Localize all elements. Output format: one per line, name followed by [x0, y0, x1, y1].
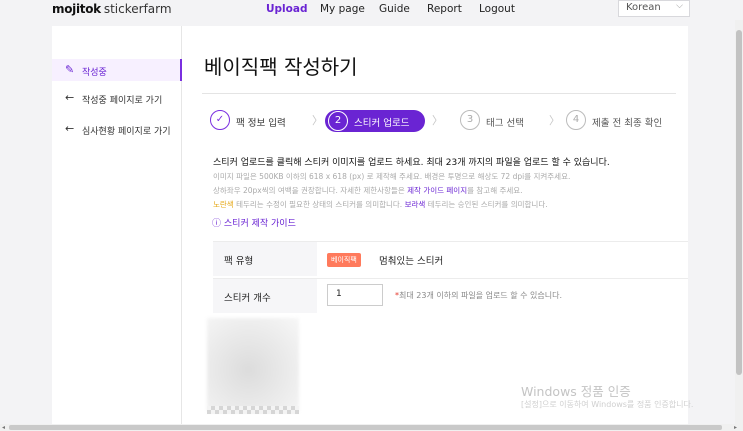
- sidebar-item-go-drafting[interactable]: ← 작성중 페이지로 가기: [52, 87, 182, 109]
- check-icon: ✓: [210, 110, 230, 130]
- logo[interactable]: mojitok stickerfarm: [52, 2, 172, 16]
- page-title: 베이직팩 작성하기: [204, 55, 358, 79]
- step-number: 2: [328, 111, 348, 131]
- sticker-count-label: 스티커 개수: [213, 279, 317, 313]
- border-legend-text: 테두리는 승인된 스티커를 의미합니다.: [425, 200, 548, 209]
- sidebar-item-label: 작성중 페이지로 가기: [82, 96, 163, 106]
- logo-text-light: stickerfarm: [103, 2, 172, 16]
- guide-link-label: 스티커 제작 가이드: [223, 219, 296, 229]
- horizontal-scrollbar[interactable]: ◂ ▸: [0, 424, 743, 431]
- language-select[interactable]: Korean ⌵: [618, 0, 690, 17]
- pack-type-row: 팩 유형 베이직팩 멈춰있는 스티커: [213, 241, 688, 276]
- guide-page-link[interactable]: 제작 가이드 페이지: [407, 186, 467, 195]
- step-label: 스티커 업로드: [354, 118, 410, 129]
- help-circle-icon: ⓘ: [212, 219, 222, 229]
- image-spec-note: 이미지 파일은 500KB 이하의 618 x 618 (px) 로 제작해 주…: [213, 172, 571, 181]
- top-nav-bar: mojitok stickerfarm Upload My page Guide …: [0, 0, 743, 20]
- chevron-right-icon: 〉: [549, 114, 560, 127]
- sidebar-item-go-review[interactable]: ← 심사현황 페이지로 가기: [52, 118, 182, 140]
- pencil-icon: ✎: [65, 63, 75, 76]
- pack-type-badge: 베이직팩: [327, 253, 361, 267]
- margin-note-text: 를 참고해 주세요.: [467, 186, 523, 195]
- vertical-scroll-thumb[interactable]: [736, 30, 742, 375]
- step-final-check[interactable]: 4 제출 전 최종 확인: [566, 110, 688, 132]
- vertical-scrollbar[interactable]: [735, 20, 743, 424]
- sticker-count-row: 스티커 개수 1 *최대 23개 이하의 파일을 업로드 할 수 있습니다.: [213, 278, 688, 313]
- sidebar: ✎ 작성중 ← 작성중 페이지로 가기 ← 심사현황 페이지로 가기: [52, 26, 182, 431]
- nav-my-page[interactable]: My page: [320, 3, 365, 15]
- arrow-left-icon: ←: [65, 91, 75, 104]
- pack-type-value: 멈춰있는 스티커: [379, 256, 444, 267]
- logo-text-bold: mojitok: [52, 2, 101, 16]
- sticker-guide-link[interactable]: ⓘ 스티커 제작 가이드: [212, 216, 296, 229]
- yellow-label: 노란색: [213, 200, 234, 209]
- border-legend-note: 노란색 테두리는 수정이 필요한 상태의 스티커를 의미합니다. 보라색 테두리…: [213, 199, 548, 210]
- windows-activation-title: Windows 정품 인증: [521, 384, 631, 399]
- border-legend-text: 테두리는 수정이 필요한 상태의 스티커를 의미합니다.: [233, 200, 405, 209]
- sticker-count-input[interactable]: 1: [327, 284, 383, 306]
- nav-guide[interactable]: Guide: [379, 3, 410, 15]
- sidebar-item-label: 심사현황 페이지로 가기: [82, 127, 171, 137]
- chevron-right-icon: 〉: [312, 114, 323, 127]
- windows-activation-sub: [설정]으로 이동하여 Windows를 정품 인증합니다.: [521, 400, 694, 409]
- sticker-count-hint: *최대 23개 이하의 파일을 업로드 할 수 있습니다.: [395, 290, 562, 301]
- step-label: 팩 정보 입력: [236, 118, 286, 129]
- chevron-down-icon: ⌵: [676, 1, 683, 11]
- scroll-left-icon[interactable]: ◂: [2, 424, 5, 431]
- step-number: 4: [566, 110, 586, 130]
- horizontal-scroll-thumb[interactable]: [9, 425, 722, 430]
- sticker-thumbnail[interactable]: [207, 318, 299, 412]
- step-sticker-upload[interactable]: 2 스티커 업로드: [325, 110, 425, 132]
- nav-logout[interactable]: Logout: [479, 3, 515, 15]
- step-tag-select[interactable]: 3 태그 선택: [460, 110, 550, 132]
- sidebar-item-drafting[interactable]: ✎ 작성중: [52, 59, 182, 81]
- chevron-right-icon: 〉: [432, 114, 443, 127]
- step-pack-info[interactable]: ✓ 팩 정보 입력: [210, 110, 310, 132]
- margin-note-text: 상하좌우 20px씩의 여백을 권장합니다. 자세한 제한사항들은: [213, 186, 408, 195]
- pack-type-label: 팩 유형: [213, 242, 317, 276]
- upload-instructions: 스티커 업로드를 클릭해 스티커 이미지를 업로드 하세요. 최대 23개 까지…: [213, 158, 610, 168]
- step-label: 제출 전 최종 확인: [592, 118, 663, 129]
- step-number: 3: [460, 110, 480, 130]
- margin-note: 상하좌우 20px씩의 여백을 권장합니다. 자세한 제한사항들은 제작 가이드…: [213, 185, 523, 196]
- page-container: ✎ 작성중 ← 작성중 페이지로 가기 ← 심사현황 페이지로 가기 베이직팩 …: [52, 26, 688, 431]
- purple-label: 보라색: [404, 200, 426, 209]
- transparency-pattern: [207, 406, 299, 414]
- language-value: Korean: [626, 2, 661, 13]
- sidebar-item-label: 작성중: [82, 68, 107, 78]
- nav-report[interactable]: Report: [427, 3, 462, 15]
- count-hint-text: 최대 23개 이하의 파일을 업로드 할 수 있습니다.: [399, 291, 563, 300]
- scroll-right-icon[interactable]: ▸: [734, 424, 737, 431]
- nav-upload[interactable]: Upload: [266, 3, 307, 15]
- step-label: 태그 선택: [486, 118, 524, 129]
- title-divider: [202, 93, 676, 94]
- arrow-left-icon: ←: [65, 122, 75, 135]
